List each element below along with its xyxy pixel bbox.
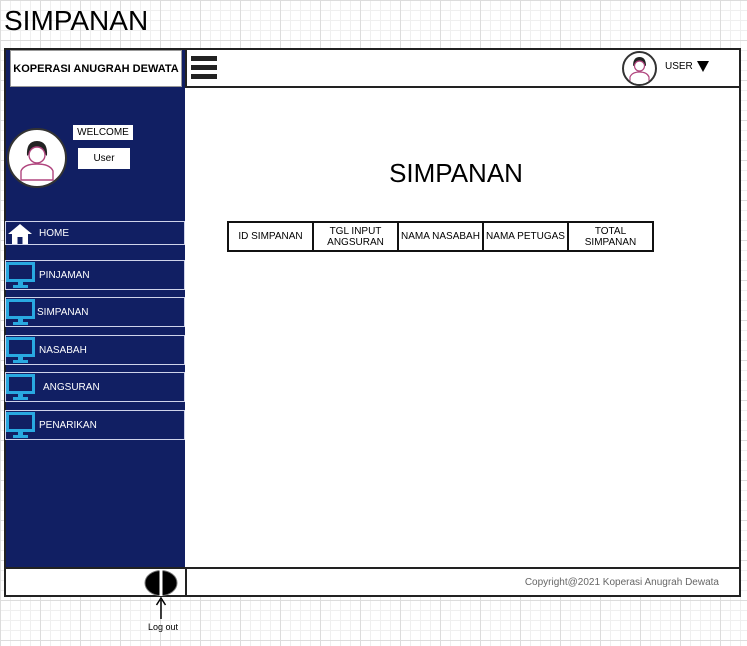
- sidebar-item-label: PINJAMAN: [39, 269, 90, 281]
- logout-label: Log out: [148, 622, 179, 632]
- column-header-total-simpanan: TOTAL SIMPANAN: [567, 221, 654, 252]
- table-header-row: ID SIMPANAN TGL INPUT ANGSURAN NAMA NASA…: [227, 221, 654, 252]
- welcome-label: WELCOME: [73, 125, 133, 140]
- sidebar-item-label: PENARIKAN: [39, 419, 97, 431]
- sidebar-item-penarikan[interactable]: PENARIKAN: [5, 410, 185, 440]
- caret-down-icon: [696, 61, 709, 72]
- column-header-nama-nasabah: NAMA NASABAH: [397, 221, 484, 252]
- sidebar-item-pinjaman[interactable]: PINJAMAN: [5, 260, 185, 290]
- column-header-nama-petugas: NAMA PETUGAS: [482, 221, 569, 252]
- monitor-icon: [6, 412, 35, 438]
- column-header-tgl-input-angsuran: TGL INPUT ANGSURAN: [312, 221, 399, 252]
- sidebar-item-nasabah[interactable]: NASABAH: [5, 335, 185, 365]
- arrow-up-icon: [155, 597, 167, 619]
- sidebar-avatar-icon: [7, 128, 67, 188]
- user-dropdown[interactable]: USER: [665, 61, 709, 72]
- monitor-icon: [6, 299, 35, 325]
- sidebar-user-name: User: [78, 148, 130, 169]
- user-avatar-icon[interactable]: [622, 51, 657, 86]
- main-title: SIMPANAN: [389, 158, 523, 188]
- sidebar-item-simpanan[interactable]: SIMPANAN: [5, 297, 185, 327]
- power-icon: [144, 570, 178, 596]
- user-dropdown-label: USER: [665, 61, 693, 72]
- logout-button[interactable]: [144, 570, 178, 596]
- brand-name: KOPERASI ANUGRAH DEWATA: [10, 50, 182, 87]
- monitor-icon: [6, 262, 35, 288]
- sidebar-item-label: ANGSURAN: [43, 381, 100, 393]
- column-header-id-simpanan: ID SIMPANAN: [227, 221, 314, 252]
- monitor-icon: [6, 337, 35, 363]
- sidebar-item-home[interactable]: HOME: [5, 221, 185, 245]
- sidebar-item-label: SIMPANAN: [37, 306, 89, 318]
- copyright-text: Copyright@2021 Koperasi Anugrah Dewata: [524, 577, 719, 588]
- monitor-icon: [6, 374, 35, 400]
- sidebar-item-angsuran[interactable]: ANGSURAN: [5, 372, 185, 402]
- home-icon: [8, 224, 32, 244]
- simpanan-table: ID SIMPANAN TGL INPUT ANGSURAN NAMA NASA…: [227, 221, 654, 252]
- sidebar-item-label: NASABAH: [39, 344, 87, 356]
- hamburger-menu-icon[interactable]: [191, 56, 217, 80]
- sidebar-item-label: HOME: [39, 227, 69, 239]
- page-heading: SIMPANAN: [4, 5, 149, 36]
